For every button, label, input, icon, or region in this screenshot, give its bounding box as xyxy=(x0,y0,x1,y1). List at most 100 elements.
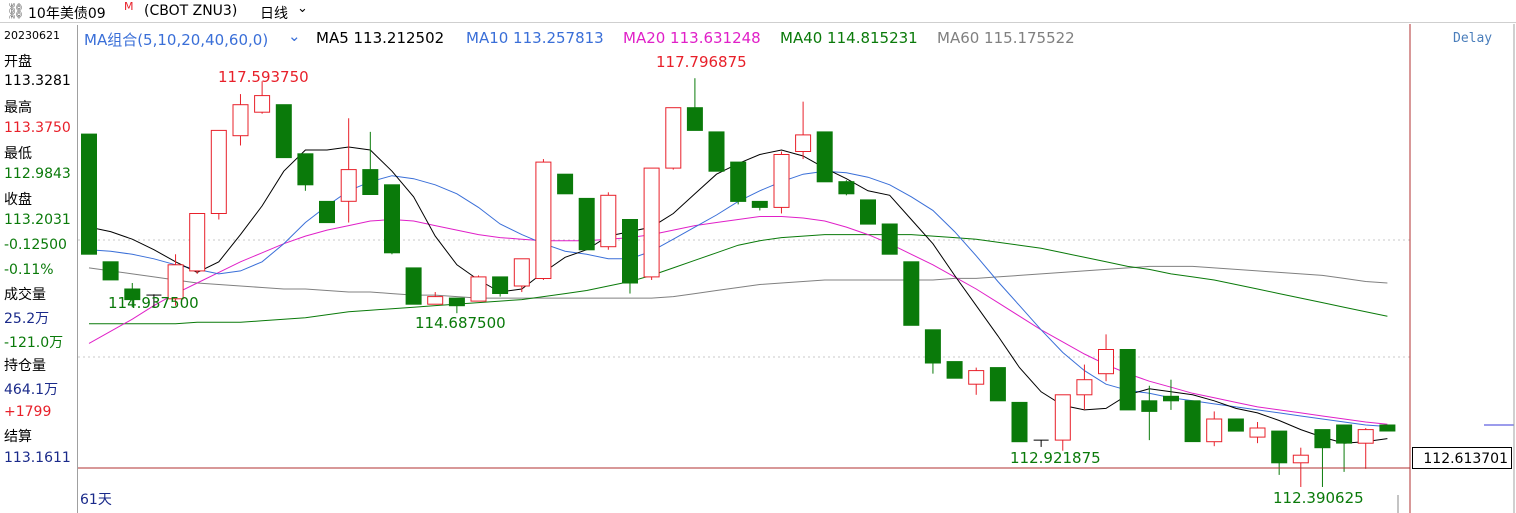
candle xyxy=(232,94,249,146)
candle-body xyxy=(448,297,465,307)
candle xyxy=(946,361,963,379)
candle-body xyxy=(189,213,206,272)
candle-body xyxy=(1314,429,1331,449)
ma10-legend: MA10 113.257813 xyxy=(466,29,604,47)
candle-body xyxy=(319,200,335,224)
candle xyxy=(1336,424,1353,472)
candle xyxy=(405,267,422,305)
ma60-line xyxy=(88,265,1388,299)
candle-body xyxy=(535,161,552,280)
ma60-legend: MA60 115.175522 xyxy=(937,29,1075,47)
candle xyxy=(622,219,638,294)
candle-body xyxy=(384,184,400,254)
candle-body xyxy=(1206,418,1223,443)
chevron-down-icon[interactable]: ⌄ xyxy=(297,1,308,16)
volume-label: 成交量 xyxy=(4,287,46,303)
candle-body xyxy=(1098,349,1114,375)
candle-body xyxy=(427,296,444,305)
candle-body xyxy=(1054,394,1071,441)
candle xyxy=(1119,349,1136,411)
candle xyxy=(1011,401,1028,443)
candle xyxy=(557,173,574,195)
chevron-down-icon[interactable]: ⌄ xyxy=(288,27,301,45)
candle-body xyxy=(924,329,941,364)
quote-panel: 20230621 开盘 113.3281 最高 113.3750 最低 112.… xyxy=(0,25,78,513)
candle-body xyxy=(708,131,725,172)
high-annotation-2: 117.796875 xyxy=(656,53,747,71)
candle-body xyxy=(405,267,422,305)
candle-body xyxy=(1227,418,1244,432)
candle-body xyxy=(1119,349,1136,411)
candle xyxy=(492,276,509,297)
candle xyxy=(1206,411,1223,447)
candle-body xyxy=(1292,454,1309,464)
candle-body xyxy=(275,104,292,159)
contract-title[interactable]: 10年美债09 xyxy=(28,3,106,23)
candle-body xyxy=(492,276,509,294)
candle xyxy=(275,104,292,159)
oi-value: 464.1万 xyxy=(4,382,59,398)
candle-body xyxy=(1249,427,1266,438)
candle xyxy=(795,101,812,160)
candle xyxy=(751,200,768,211)
candle-body xyxy=(1184,400,1201,443)
high-annotation-1: 117.593750 xyxy=(218,68,309,86)
high-label: 最高 xyxy=(4,100,32,116)
candle xyxy=(189,213,206,274)
candle xyxy=(643,167,660,280)
day-count: 61天 xyxy=(80,492,112,508)
low-annotation-2: 114.687500 xyxy=(415,314,506,332)
candle-body xyxy=(340,169,357,202)
candle xyxy=(816,131,833,183)
open-label: 开盘 xyxy=(4,54,32,70)
close-label: 收盘 xyxy=(4,192,32,208)
candle-body xyxy=(297,153,314,186)
volume-change: -121.0万 xyxy=(4,335,64,351)
high-value: 113.3750 xyxy=(4,120,71,136)
candle xyxy=(665,107,682,170)
candle xyxy=(448,297,465,314)
candle xyxy=(1249,422,1266,444)
candle xyxy=(102,261,119,281)
candle-body xyxy=(600,194,617,248)
ma40-line xyxy=(89,234,1388,325)
candle-body xyxy=(1163,395,1179,402)
candle-body xyxy=(860,199,876,225)
candle xyxy=(1227,418,1244,432)
candle-body xyxy=(470,276,487,302)
candle-body xyxy=(773,154,790,208)
candle xyxy=(1314,429,1331,487)
candle-body xyxy=(1271,430,1288,464)
oi-label: 持仓量 xyxy=(4,358,46,374)
low-annotation-4: 112.390625 xyxy=(1273,489,1364,507)
ma20-legend: MA20 113.631248 xyxy=(623,29,761,47)
candle xyxy=(535,159,552,280)
candle xyxy=(1076,364,1093,410)
ma-group-selector[interactable]: MA组合(5,10,20,40,60,0) xyxy=(84,29,268,50)
period-select[interactable]: 日线 xyxy=(260,3,288,23)
candle xyxy=(1357,428,1374,469)
candle xyxy=(968,367,985,395)
candle-body xyxy=(816,131,833,183)
candle-body xyxy=(232,104,249,137)
candle xyxy=(881,223,898,255)
candle xyxy=(773,151,790,214)
quote-date: 20230621 xyxy=(4,29,60,42)
close-value: 113.2031 xyxy=(4,212,71,228)
low-value: 112.9843 xyxy=(4,166,71,182)
candle xyxy=(578,197,595,251)
ma10-line xyxy=(88,170,1388,427)
candle-body xyxy=(881,223,898,255)
ma20-line xyxy=(88,216,1388,425)
candle-body xyxy=(795,134,812,152)
title-mark: M xyxy=(124,0,134,13)
candle-body xyxy=(1357,429,1374,444)
candle xyxy=(297,153,314,191)
candle-body xyxy=(254,95,271,113)
candle xyxy=(1184,400,1201,443)
candle-body xyxy=(946,361,963,379)
link-icon[interactable]: ⛓ xyxy=(6,2,25,20)
candle-body xyxy=(903,261,920,326)
candle xyxy=(730,161,747,205)
candle xyxy=(319,200,335,224)
